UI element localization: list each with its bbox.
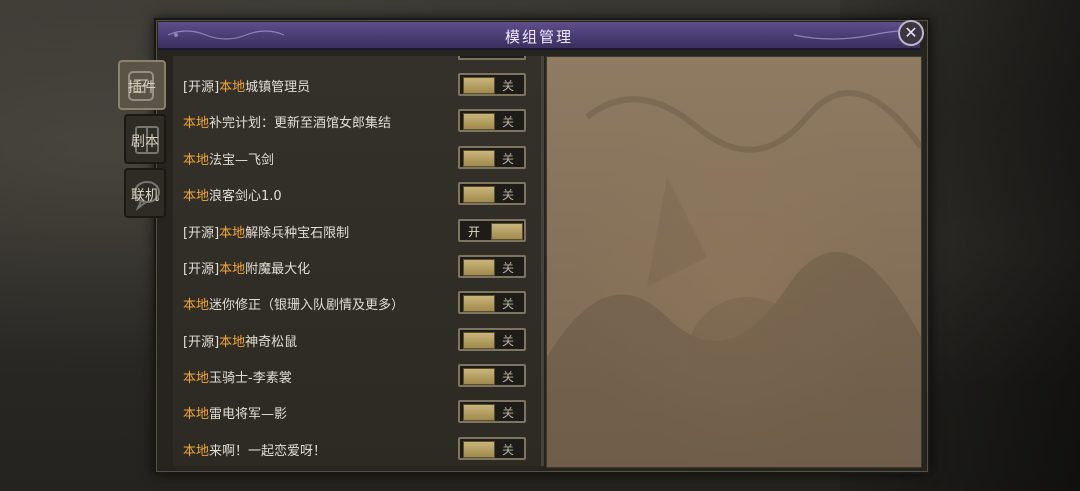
toggle-knob [463, 259, 495, 276]
toggle-knob [463, 441, 495, 458]
toggle-switch[interactable]: 关 [458, 73, 526, 96]
local-tag: 本地 [183, 371, 210, 386]
list-item[interactable]: [开源]本地附魔最大化 关 [173, 249, 541, 285]
local-tag: 本地 [183, 298, 210, 313]
toggle-switch[interactable]: 关 [458, 291, 526, 314]
open-source-tag: [开源] [183, 226, 220, 241]
mod-name: 本地法宝—飞剑 [183, 149, 274, 168]
open-source-tag: [开源] [183, 80, 220, 95]
toggle-knob [463, 150, 495, 167]
close-icon: ✕ [904, 23, 918, 42]
mod-name: [开源]本地附魔最大化 [183, 258, 310, 277]
parchment-artwork-image [547, 90, 921, 467]
list-item[interactable]: 本地迷你修正（银珊入队剧情及更多） 关 [173, 285, 541, 321]
local-tag: 本地 [183, 116, 210, 131]
mod-name: 本地浪客剑心1.0 [183, 185, 282, 204]
toggle-state: 关 [502, 79, 515, 93]
toggle-switch[interactable]: 关 [458, 255, 526, 278]
mod-name: [开源]本地城镇管理员 [183, 76, 310, 95]
mod-name: 本地雷电将军—影 [183, 403, 287, 422]
toggle-state: 开 [468, 225, 481, 239]
toggle-state: 关 [502, 334, 515, 348]
local-tag: 本地 [183, 153, 210, 168]
tab-scripts[interactable]: 剧本 [124, 114, 166, 164]
close-button[interactable]: ✕ [898, 20, 924, 46]
toggle-switch[interactable]: 开 [458, 219, 526, 242]
open-source-tag: [开源] [183, 335, 220, 350]
mod-title: 玉骑士-李素裳 [209, 371, 292, 386]
list-item[interactable]: [开源]本地神奇松鼠 关 [173, 322, 541, 358]
local-tag: 本地 [219, 335, 246, 350]
mod-list[interactable]: [开源]本地城镇管理员 关 本地补完计划：更新至酒馆女郎集结 关 本地法宝—飞剑… [173, 56, 544, 466]
toggle-switch[interactable]: 关 [458, 146, 526, 169]
mod-title: 浪客剑心1.0 [209, 189, 282, 204]
mod-title: 解除兵种宝石限制 [245, 226, 350, 241]
tab-multiplayer-label: 联机 [131, 188, 159, 204]
dialog-title: 模组管理 [504, 28, 573, 46]
list-item[interactable]: [开源]本地解除兵种宝石限制 开 [173, 213, 541, 249]
mod-title: 城镇管理员 [245, 80, 311, 95]
toggle-state: 关 [502, 261, 515, 275]
toggle-state: 关 [502, 115, 515, 129]
mod-name: 本地补完计划：更新至酒馆女郎集结 [183, 112, 391, 131]
list-item[interactable]: 本地玉骑士-李素裳 关 [173, 358, 541, 394]
list-item[interactable]: 本地来啊！一起恋爱呀！ 关 [173, 431, 541, 466]
toggle-switch[interactable]: 关 [458, 364, 526, 387]
mod-title: 补完计划：更新至酒馆女郎集结 [209, 116, 392, 131]
toggle-knob [491, 223, 523, 240]
mod-name: 本地玉骑士-李素裳 [183, 367, 292, 386]
mod-title: 迷你修正（银珊入队剧情及更多） [209, 298, 405, 313]
mod-title: 神奇松鼠 [245, 335, 298, 350]
toggle-state: 关 [502, 297, 515, 311]
toggle-switch[interactable]: 关 [458, 109, 526, 132]
list-item[interactable]: 本地雷电将军—影 关 [173, 394, 541, 430]
toggle-knob [463, 332, 495, 349]
local-tag: 本地 [183, 444, 210, 459]
toggle-knob [463, 113, 495, 130]
toggle-switch[interactable]: 关 [458, 328, 526, 351]
list-item[interactable]: 本地浪客剑心1.0 关 [173, 176, 541, 212]
mod-name: 本地来啊！一起恋爱呀！ [183, 440, 326, 459]
local-tag: 本地 [183, 407, 210, 422]
toggle-state: 关 [502, 370, 515, 384]
toggle-knob [463, 295, 495, 312]
tab-scripts-label: 剧本 [131, 134, 159, 150]
toggle-state: 关 [502, 188, 515, 202]
tab-plugins[interactable]: 插件 [118, 60, 166, 110]
toggle-state: 关 [502, 152, 515, 166]
local-tag: 本地 [183, 189, 210, 204]
toggle-knob [463, 404, 495, 421]
mod-name: 本地迷你修正（银珊入队剧情及更多） [183, 294, 404, 313]
toggle-switch[interactable]: 关 [458, 437, 526, 460]
list-item[interactable]: 本地法宝—飞剑 关 [173, 140, 541, 176]
mod-title: 雷电将军—影 [209, 407, 288, 422]
list-item[interactable]: [开源]本地城镇管理员 关 [173, 67, 541, 103]
tab-plugins-label: 插件 [128, 80, 156, 96]
title-bar: 模组管理 [158, 22, 920, 50]
mod-name: [开源]本地神奇松鼠 [183, 331, 297, 350]
open-source-tag: [开源] [183, 262, 220, 277]
toggle-knob [463, 368, 495, 385]
toggle-knob [463, 186, 495, 203]
toggle-switch[interactable]: 关 [458, 400, 526, 423]
toggle-knob [463, 77, 495, 94]
tab-multiplayer[interactable]: 联机 [124, 168, 166, 218]
toggle-state: 关 [502, 406, 515, 420]
mod-title: 法宝—飞剑 [209, 153, 275, 168]
partial-toggle-switch [458, 56, 526, 60]
local-tag: 本地 [219, 262, 246, 277]
toggle-state: 关 [502, 443, 515, 457]
list-item[interactable]: 本地补完计划：更新至酒馆女郎集结 关 [173, 103, 541, 139]
local-tag: 本地 [219, 80, 246, 95]
local-tag: 本地 [219, 226, 246, 241]
mod-title: 来啊！一起恋爱呀！ [209, 444, 327, 459]
mod-name: [开源]本地解除兵种宝石限制 [183, 222, 349, 241]
toggle-switch[interactable]: 关 [458, 182, 526, 205]
mod-detail-panel [546, 56, 922, 468]
mod-title: 附魔最大化 [245, 262, 311, 277]
